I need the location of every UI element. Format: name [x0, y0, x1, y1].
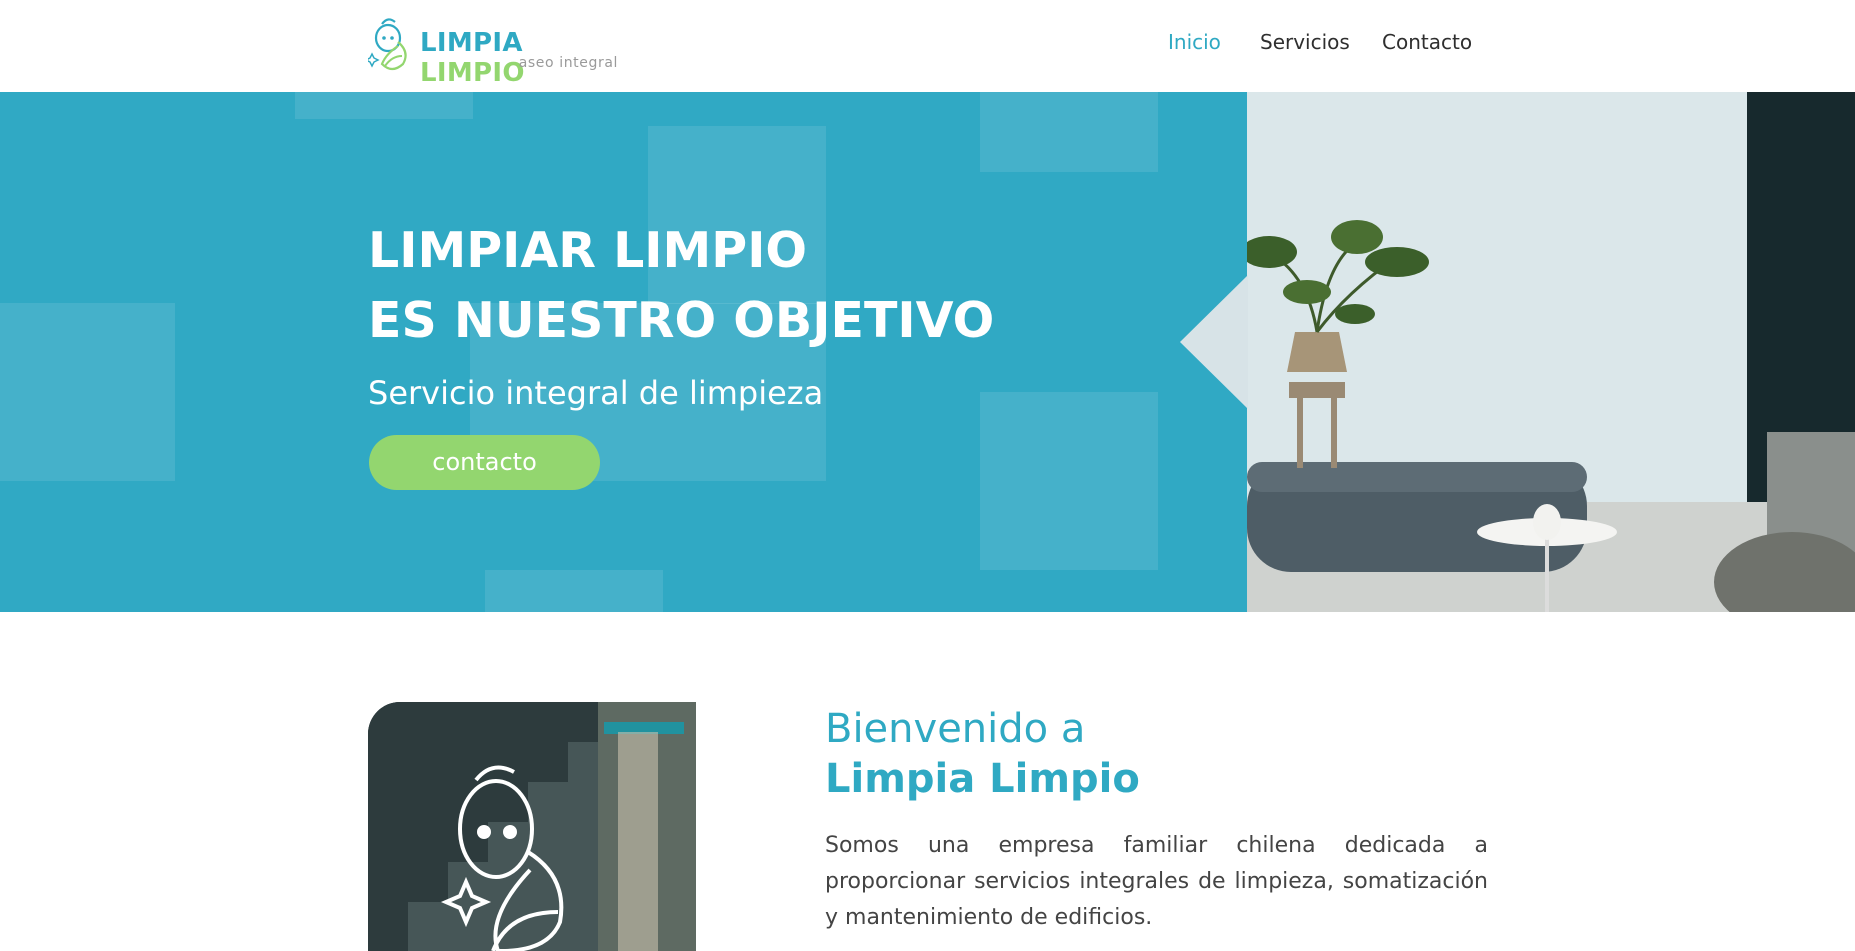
welcome-text: Somos una empresa familiar chilena dedic…	[825, 833, 1488, 930]
nav-contacto[interactable]: Contacto	[1382, 30, 1472, 54]
hero-title-line2: ES NUESTRO OBJETIVO	[368, 292, 995, 349]
site-header: LIMPIA LIMPIO aseo integral Inicio Servi…	[0, 0, 1855, 92]
hero-photo-living-room	[1247, 92, 1855, 612]
decor-square	[980, 392, 1158, 570]
brand-tagline: aseo integral	[518, 55, 618, 71]
welcome-heading-small: Bienvenido a	[825, 706, 1086, 752]
decor-square	[295, 92, 473, 119]
decor-square	[0, 303, 175, 481]
hero-subtitle: Servicio integral de limpieza	[368, 374, 824, 412]
brand-name-part2: LIMPIO	[420, 58, 525, 88]
nav-servicios[interactable]: Servicios	[1260, 30, 1350, 54]
living-room-illustration	[1247, 92, 1855, 612]
decor-square	[980, 92, 1158, 172]
hero-title: LIMPIAR LIMPIO ES NUESTRO OBJETIVO	[368, 216, 994, 356]
brand-name-part1: LIMPIA	[420, 28, 523, 58]
hero-photo-arrow	[1180, 275, 1248, 409]
welcome-image	[368, 702, 696, 951]
decor-square	[485, 570, 663, 612]
welcome-heading-big: Limpia Limpio	[825, 756, 1140, 802]
nav-inicio[interactable]: Inicio	[1168, 30, 1221, 54]
brand-logo[interactable]: LIMPIA LIMPIO aseo integral	[368, 16, 618, 88]
hero-title-line1: LIMPIAR LIMPIO	[368, 222, 808, 279]
bee-mascot-icon	[368, 18, 407, 71]
welcome-photo	[368, 702, 696, 951]
hero-banner: LIMPIAR LIMPIO ES NUESTRO OBJETIVO Servi…	[0, 92, 1855, 612]
contact-button[interactable]: contacto	[369, 435, 600, 490]
